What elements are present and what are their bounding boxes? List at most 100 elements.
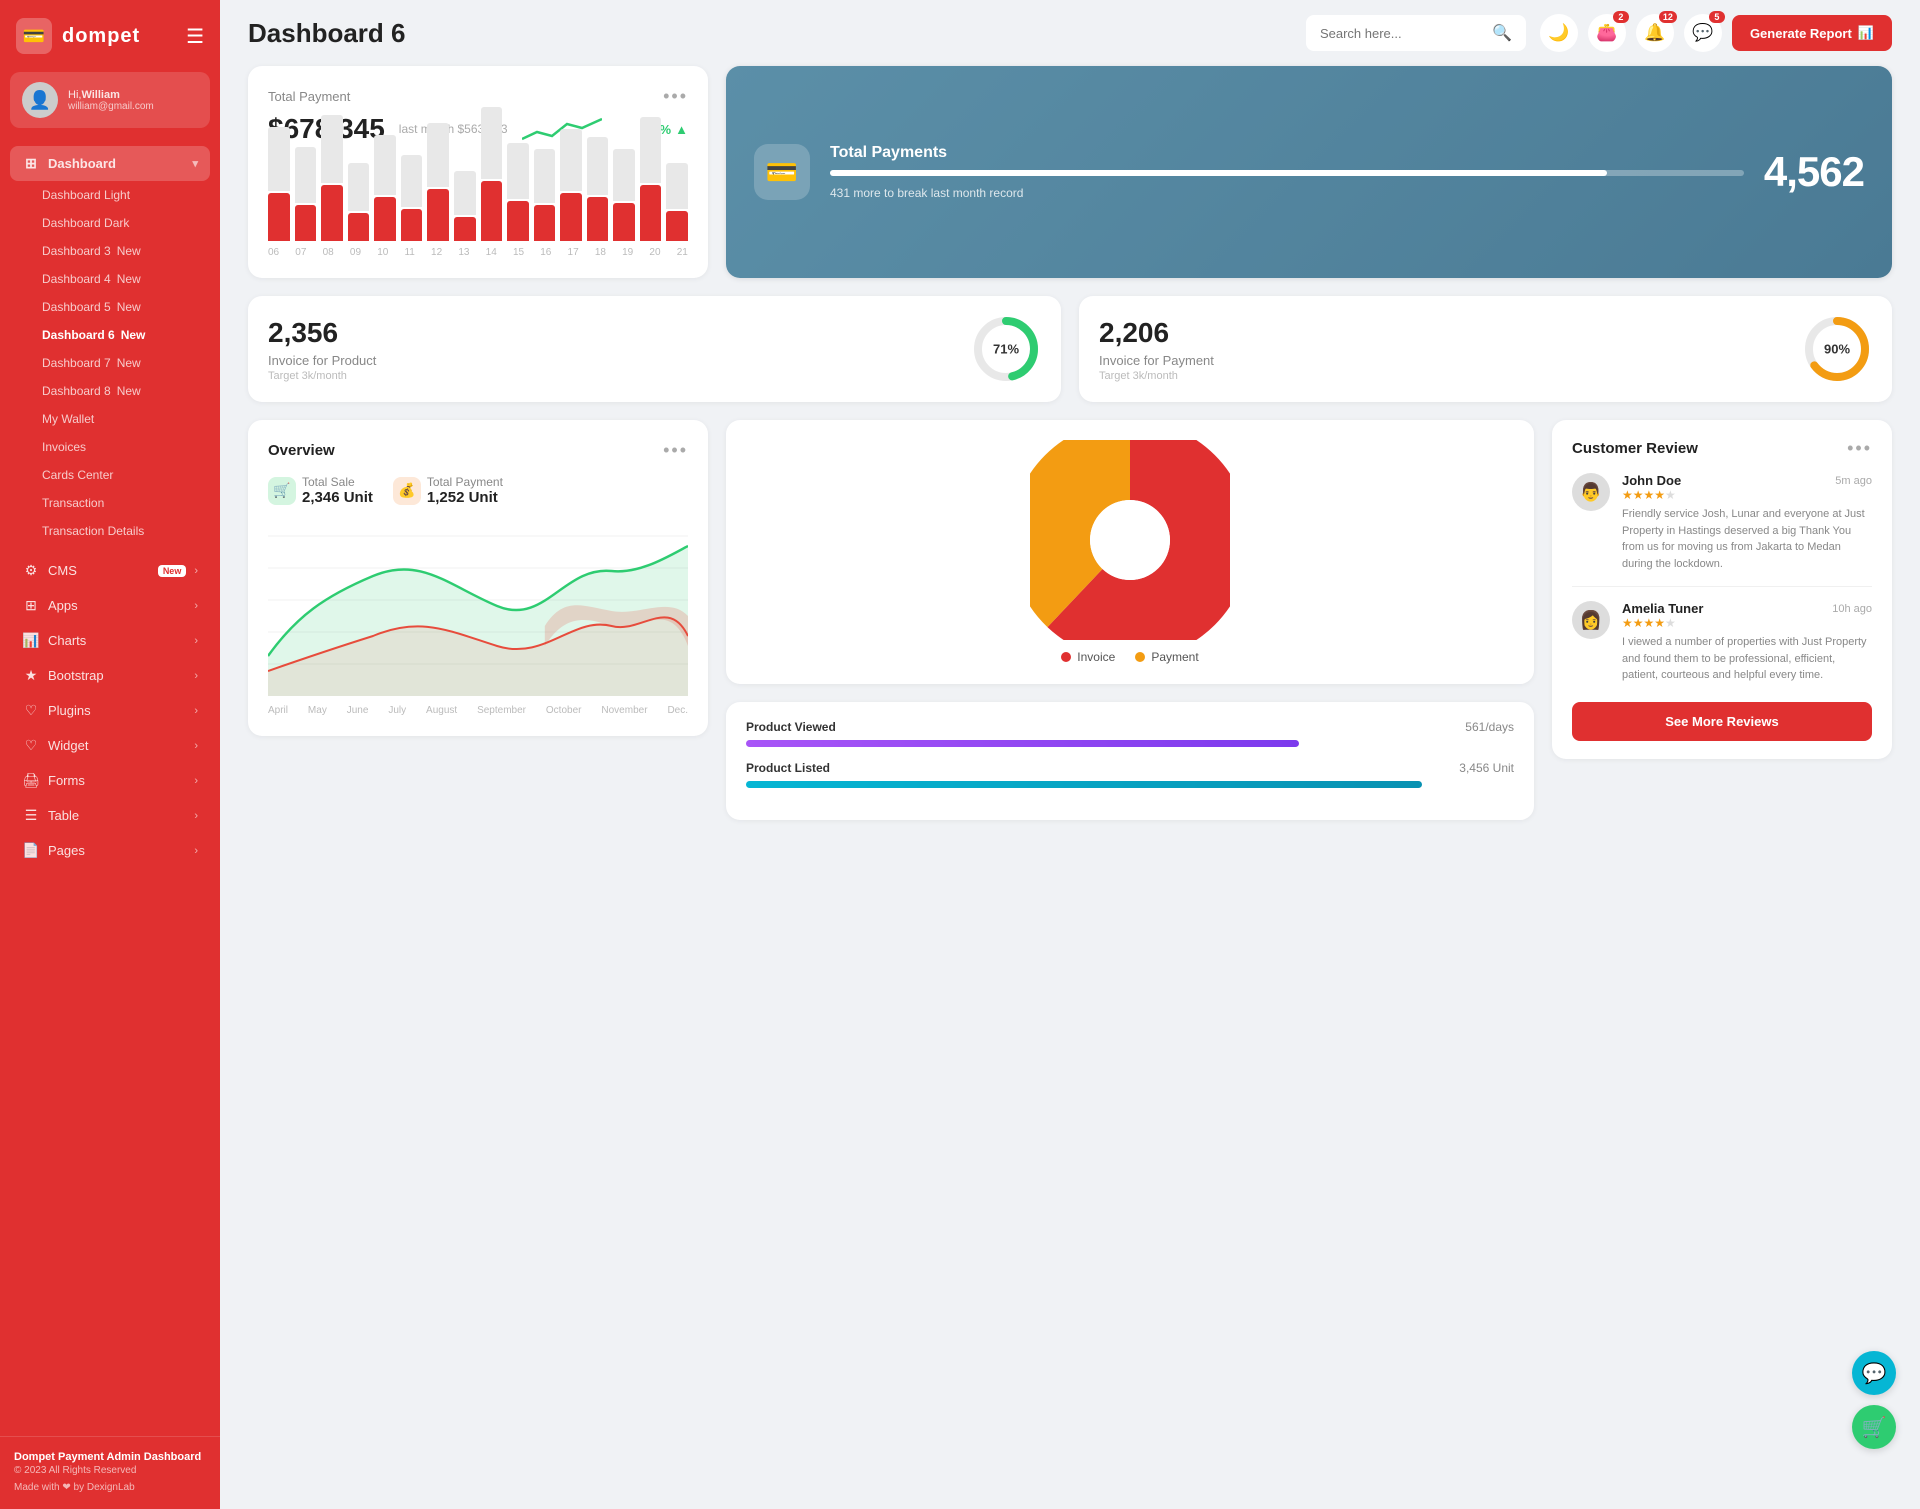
sidebar-item-dashboard[interactable]: ⊞ Dashboard ▾ [10, 146, 210, 181]
bar-red-9 [507, 201, 529, 241]
product-listed-label: Product Listed [746, 761, 830, 775]
bar-red-8 [481, 181, 503, 241]
invoice-payment-donut: 90% [1802, 314, 1872, 384]
bar-pair-8 [481, 107, 503, 241]
sidebar-item-my-wallet[interactable]: My Wallet [10, 405, 210, 433]
user-hi: Hi,William [68, 89, 154, 101]
pie-invoice-label: Invoice [1077, 650, 1115, 664]
legend-sale-label: Total Sale [302, 475, 373, 489]
row-1: Total Payment ••• $678,345 last month $5… [248, 66, 1892, 278]
sidebar-item-dashboard-6[interactable]: Dashboard 6 New [10, 321, 210, 349]
sidebar-item-table[interactable]: ☰ Table › [10, 798, 210, 833]
sidebar-item-invoices[interactable]: Invoices [10, 433, 210, 461]
sidebar-item-dashboard-7[interactable]: Dashboard 7 New [10, 349, 210, 377]
overview-card: Overview ••• 🛒 Total Sale 2,346 Unit 💰 [248, 420, 708, 736]
sidebar-item-dashboard-4[interactable]: Dashboard 4 New [10, 265, 210, 293]
product-viewed-row: Product Viewed 561/days [746, 720, 1514, 747]
invoice-product-pct: 71% [993, 342, 1019, 357]
sidebar-item-charts[interactable]: 📊 Charts › [10, 623, 210, 658]
float-cart-btn[interactable]: 🛒 [1852, 1405, 1896, 1449]
sidebar-item-plugins[interactable]: ♡ Plugins › [10, 693, 210, 728]
sidebar-item-dashboard-5[interactable]: Dashboard 5 New [10, 293, 210, 321]
sidebar-logo: 💳 dompet ☰ [0, 0, 220, 72]
sidebar-item-forms[interactable]: 🖨 Forms › [10, 763, 210, 798]
report-icon: 📊 [1858, 25, 1874, 41]
reviewer-2-stars: ★★★★★ [1622, 616, 1872, 630]
bar-red-4 [374, 197, 396, 241]
float-chat-btn[interactable]: 💬 [1852, 1351, 1896, 1395]
sidebar-item-dashboard-dark[interactable]: Dashboard Dark [10, 209, 210, 237]
review-menu[interactable]: ••• [1847, 438, 1872, 459]
blue-card-progress-fill [830, 170, 1607, 176]
bar-gray-11 [560, 129, 582, 191]
generate-report-button[interactable]: Generate Report 📊 [1732, 15, 1892, 51]
row-3: Overview ••• 🛒 Total Sale 2,346 Unit 💰 [248, 420, 1892, 820]
overview-legend: 🛒 Total Sale 2,346 Unit 💰 Total Payment … [268, 475, 688, 506]
legend-payment-label: Total Payment [427, 475, 503, 489]
chat-icon-btn[interactable]: 💬 5 [1684, 14, 1722, 52]
sidebar-item-dashboard-8[interactable]: Dashboard 8 New [10, 377, 210, 405]
page-title: Dashboard 6 [248, 18, 1292, 49]
theme-toggle-btn[interactable]: 🌙 [1540, 14, 1578, 52]
bar-chart [268, 161, 688, 241]
bar-red-0 [268, 193, 290, 241]
sidebar-item-transaction[interactable]: Transaction [10, 489, 210, 517]
sidebar-item-dashboard-3[interactable]: Dashboard 3 New [10, 237, 210, 265]
total-payment-card: Total Payment ••• $678,345 last month $5… [248, 66, 708, 278]
bell-icon-btn[interactable]: 🔔 12 [1636, 14, 1674, 52]
table-icon: ☰ [22, 807, 40, 824]
invoice-product-card: 2,356 Invoice for Product Target 3k/mont… [248, 296, 1061, 402]
bar-pair-11 [560, 129, 582, 241]
hamburger-icon[interactable]: ☰ [186, 24, 204, 49]
legend-sale-val: 2,346 Unit [302, 489, 373, 506]
pie-chart-card: 62% 38% Invoice Payment [726, 420, 1534, 684]
bar-red-15 [666, 211, 688, 241]
bootstrap-icon: ★ [22, 667, 40, 684]
reviewer-1-name: John Doe [1622, 473, 1681, 488]
bar-gray-9 [507, 143, 529, 199]
bar-gray-7 [454, 171, 476, 215]
sidebar-item-dashboard-light[interactable]: Dashboard Light [10, 181, 210, 209]
product-listed-bar [746, 781, 1422, 788]
bar-pair-2 [321, 115, 343, 241]
bar-gray-8 [481, 107, 503, 179]
bar-red-11 [560, 193, 582, 241]
sidebar-item-widget[interactable]: ♡ Widget › [10, 728, 210, 763]
sidebar-item-pages[interactable]: 📄 Pages › [10, 833, 210, 868]
footer-made: Made with ❤ by DexignLab [14, 1482, 206, 1493]
footer-copy: © 2023 All Rights Reserved [14, 1465, 206, 1476]
sidebar-user: 👤 Hi,William william@gmail.com [10, 72, 210, 128]
sidebar-item-apps[interactable]: ⊞ Apps › [10, 588, 210, 623]
see-more-reviews-button[interactable]: See More Reviews [1572, 702, 1872, 741]
invoice-payment-card: 2,206 Invoice for Payment Target 3k/mont… [1079, 296, 1892, 402]
blue-total-payments-card: 💳 Total Payments 431 more to break last … [726, 66, 1892, 278]
right-column: 62% 38% Invoice Payment [726, 420, 1534, 820]
sidebar-item-cards-center[interactable]: Cards Center [10, 461, 210, 489]
bar-pair-9 [507, 143, 529, 241]
search-input[interactable] [1320, 26, 1484, 41]
legend-payment-icon: 💰 [393, 477, 421, 505]
sidebar-item-cms[interactable]: ⚙ CMS New › [10, 553, 210, 588]
reviewer-2-time: 10h ago [1832, 603, 1872, 615]
bar-red-5 [401, 209, 423, 241]
review-item-2: 👩 Amelia Tuner 10h ago ★★★★★ I viewed a … [1572, 601, 1872, 684]
footer-title: Dompet Payment Admin Dashboard [14, 1451, 206, 1463]
wallet-icon-btn[interactable]: 👛 2 [1588, 14, 1626, 52]
sidebar-item-bootstrap[interactable]: ★ Bootstrap › [10, 658, 210, 693]
sidebar-item-transaction-details[interactable]: Transaction Details [10, 517, 210, 545]
search-icon: 🔍 [1492, 23, 1512, 43]
charts-icon: 📊 [22, 632, 40, 649]
invoice-payment-pct: 90% [1824, 342, 1850, 357]
pie-chart: 62% 38% [1030, 440, 1230, 640]
bar-gray-13 [613, 149, 635, 201]
overview-menu[interactable]: ••• [663, 440, 688, 461]
product-stats-card: Product Viewed 561/days Product Listed 3… [726, 702, 1534, 820]
bar-pair-5 [401, 155, 423, 241]
reviewer-2-avatar: 👩 [1572, 601, 1610, 639]
topbar: Dashboard 6 🔍 🌙 👛 2 🔔 12 💬 5 Generate Re… [220, 0, 1920, 66]
content-area: Total Payment ••• $678,345 last month $5… [220, 66, 1920, 848]
bar-gray-5 [401, 155, 423, 207]
total-payment-menu[interactable]: ••• [663, 86, 688, 107]
bar-red-2 [321, 185, 343, 241]
topbar-icons: 🌙 👛 2 🔔 12 💬 5 Generate Report 📊 [1540, 14, 1892, 52]
